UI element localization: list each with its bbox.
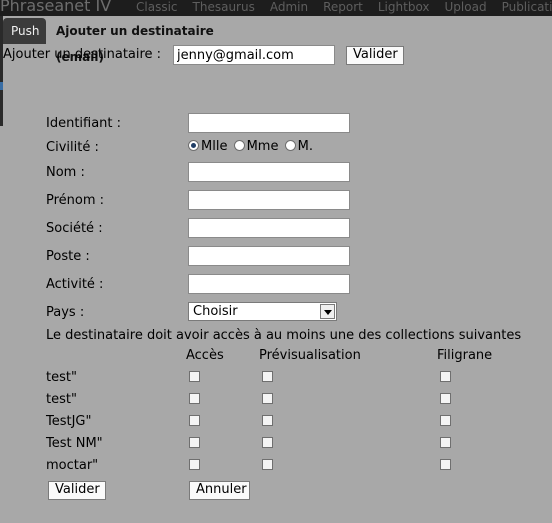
- recipient-email-input[interactable]: [173, 45, 335, 65]
- acces-checkbox[interactable]: [189, 415, 200, 426]
- watermark-checkbox[interactable]: [440, 393, 451, 404]
- app-menu: Classic Thesaurus Admin Report Lightbox Uploa…: [136, 0, 552, 14]
- collection-name: test": [46, 370, 77, 385]
- collections-note: Le destinataire doit avoir accès à au mo…: [46, 328, 522, 343]
- menu-item-classic[interactable]: Classic: [136, 0, 178, 14]
- valider-button[interactable]: Valider: [48, 481, 106, 500]
- radio-m[interactable]: [284, 140, 296, 151]
- nom-label: Nom :: [46, 165, 85, 180]
- menu-item-thesaurus[interactable]: Thesaurus: [193, 0, 255, 14]
- poste-label: Poste :: [46, 249, 90, 264]
- radio-m-label: M.: [297, 139, 313, 154]
- civilite-label: Civilité :: [46, 140, 99, 155]
- collection-name: moctar": [46, 458, 99, 473]
- app-brand: Phraseanet IV: [0, 0, 112, 15]
- radio-mlle-label: Mlle: [201, 139, 228, 154]
- preview-checkbox[interactable]: [262, 437, 273, 448]
- annuler-button[interactable]: Annuler: [189, 481, 250, 500]
- radio-mme-label: Mme: [246, 139, 279, 154]
- menu-item-report[interactable]: Report: [323, 0, 363, 14]
- acces-checkbox[interactable]: [189, 371, 200, 382]
- radio-mme[interactable]: [233, 140, 245, 151]
- collection-name: test": [46, 392, 77, 407]
- pays-select[interactable]: Choisir: [188, 302, 337, 321]
- poste-input[interactable]: [188, 246, 350, 266]
- pays-selected-value: Choisir: [193, 304, 238, 319]
- radio-mlle[interactable]: [188, 140, 199, 151]
- nom-input[interactable]: [188, 162, 350, 182]
- dialog-tabs: Push Ajouter un destinataire (email): [0, 16, 552, 64]
- menu-item-publications[interactable]: Publications: [502, 0, 552, 14]
- societe-label: Société :: [46, 221, 103, 236]
- preview-checkbox[interactable]: [262, 393, 273, 404]
- tab-add-recipient[interactable]: Ajouter un destinataire (email): [48, 18, 268, 64]
- preview-checkbox[interactable]: [262, 371, 273, 382]
- chevron-down-icon[interactable]: [320, 304, 335, 319]
- header-previsualisation: Prévisualisation: [259, 348, 361, 363]
- watermark-checkbox[interactable]: [440, 459, 451, 470]
- societe-input[interactable]: [188, 218, 350, 238]
- activite-input[interactable]: [188, 274, 350, 294]
- watermark-checkbox[interactable]: [440, 437, 451, 448]
- activite-label: Activité :: [46, 277, 104, 292]
- menu-item-admin[interactable]: Admin: [270, 0, 308, 14]
- watermark-checkbox[interactable]: [440, 371, 451, 382]
- acces-checkbox[interactable]: [189, 459, 200, 470]
- acces-checkbox[interactable]: [189, 393, 200, 404]
- tab-push[interactable]: Push: [3, 18, 46, 44]
- recipient-label: Ajouter un destinataire :: [3, 47, 162, 62]
- header-filigrane: Filigrane: [437, 348, 493, 363]
- collection-name: TestJG": [46, 414, 92, 429]
- prenom-label: Prénom :: [46, 193, 105, 208]
- identifiant-label: Identifiant :: [46, 116, 122, 131]
- recipient-submit-button[interactable]: Valider: [346, 46, 404, 65]
- header-acces: Accès: [186, 348, 224, 363]
- civilite-radio-group: Mlle Mme M.: [188, 139, 315, 155]
- preview-checkbox[interactable]: [262, 459, 273, 470]
- acces-checkbox[interactable]: [189, 437, 200, 448]
- watermark-checkbox[interactable]: [440, 415, 451, 426]
- collection-name: Test NM": [46, 436, 103, 451]
- pays-label: Pays :: [46, 305, 85, 320]
- menu-item-upload[interactable]: Upload: [445, 0, 487, 14]
- app-top-bar: Phraseanet IV Classic Thesaurus Admin Repor…: [0, 0, 552, 16]
- identifiant-input[interactable]: [188, 113, 350, 133]
- prenom-input[interactable]: [188, 190, 350, 210]
- menu-item-lightbox[interactable]: Lightbox: [378, 0, 430, 14]
- preview-checkbox[interactable]: [262, 415, 273, 426]
